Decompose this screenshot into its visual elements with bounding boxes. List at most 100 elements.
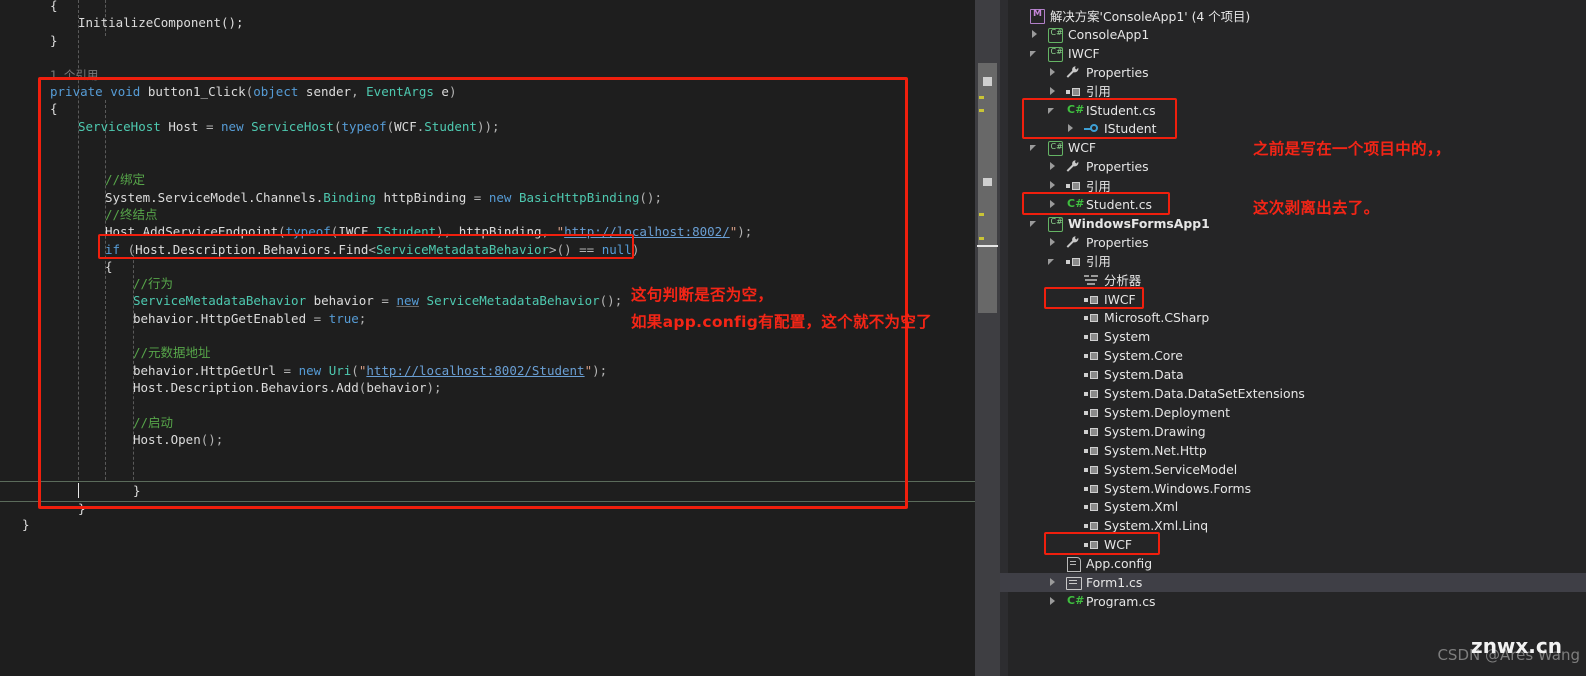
- tree-item-label: WCF: [1068, 140, 1097, 156]
- references-icon: [1065, 254, 1081, 269]
- code-editor-pane[interactable]: { InitializeComponent(); } 1 个引用 private…: [0, 0, 975, 676]
- tree-item-system.servicemodel[interactable]: System.ServiceModel: [1000, 460, 1586, 479]
- scrollbar-change-marker: [979, 96, 984, 99]
- tree-item-properties[interactable]: Properties: [1000, 233, 1586, 252]
- tree-item-label: Microsoft.CSharp: [1104, 310, 1210, 326]
- student-cs-highlight-box: [1022, 192, 1170, 215]
- references-icon: [1065, 178, 1081, 193]
- code-line: }: [22, 517, 30, 532]
- chevron-right-icon[interactable]: [1048, 86, 1059, 97]
- form-file-icon: [1065, 575, 1082, 590]
- config-file-icon: [1065, 556, 1081, 573]
- tree-item-properties[interactable]: Properties: [1000, 157, 1586, 176]
- csharp-file-icon: C#: [1067, 593, 1085, 607]
- tree-item-app.config[interactable]: App.config: [1000, 554, 1586, 573]
- split-project-note-line2: 这次剥离出去了。: [1253, 199, 1380, 217]
- scrollbar-marker: [983, 77, 992, 86]
- tree-item-system.data[interactable]: System.Data: [1000, 365, 1586, 384]
- chevron-right-icon[interactable]: [1048, 67, 1059, 78]
- scrollbar-change-marker: [979, 237, 984, 240]
- tree-item-system.deployment[interactable]: System.Deployment: [1000, 403, 1586, 422]
- tree-item-[interactable]: 引用: [1000, 252, 1586, 271]
- tree-item-iwcf[interactable]: IWCF: [1000, 44, 1586, 63]
- tree-item-label: System.Xml.Linq: [1104, 518, 1209, 534]
- chevron-right-icon[interactable]: [1030, 29, 1041, 40]
- reference-item-icon: [1083, 367, 1099, 382]
- solution-explorer-panel[interactable]: 解决方案'ConsoleApp1' (4 个项目) ConsoleApp1 IWCF…: [1000, 0, 1586, 676]
- tree-item-form1.cs[interactable]: Form1.cs: [1000, 573, 1586, 592]
- tree-item-system[interactable]: System: [1000, 327, 1586, 346]
- chevron-right-icon[interactable]: [1048, 596, 1059, 607]
- tree-item-label: System.Data: [1104, 367, 1184, 383]
- chevron-down-icon[interactable]: [1030, 218, 1041, 229]
- tree-item-label: App.config: [1086, 556, 1153, 572]
- tree-item-label: System.Xml: [1104, 499, 1179, 515]
- tree-item-system.windows.forms[interactable]: System.Windows.Forms: [1000, 479, 1586, 498]
- csharp-project-icon: [1047, 216, 1063, 232]
- csharp-project-icon: [1047, 46, 1063, 62]
- chevron-right-icon[interactable]: [1048, 237, 1059, 248]
- tree-item-label: Properties: [1086, 159, 1149, 175]
- editor-vertical-scrollbar[interactable]: [975, 0, 1000, 676]
- tree-item-label: System.Drawing: [1104, 423, 1206, 439]
- csharp-project-icon: [1047, 27, 1063, 43]
- tree-item-system.drawing[interactable]: System.Drawing: [1000, 422, 1586, 441]
- chevron-right-icon[interactable]: [1048, 161, 1059, 172]
- references-icon: [1065, 84, 1081, 99]
- tree-item-consoleapp1-4[interactable]: 解决方案'ConsoleApp1' (4 个项目): [1000, 6, 1586, 25]
- scrollbar-thumb[interactable]: [978, 63, 997, 313]
- tree-item-label: System.Windows.Forms: [1104, 480, 1252, 496]
- properties-wrench-icon: [1065, 159, 1081, 174]
- chevron-right-icon[interactable]: [1048, 577, 1059, 588]
- chevron-down-icon[interactable]: [1030, 142, 1041, 153]
- tree-item-label: Properties: [1086, 234, 1149, 250]
- tree-item-consoleapp1[interactable]: ConsoleApp1: [1000, 25, 1586, 44]
- reference-item-icon: [1083, 424, 1099, 439]
- reference-item-icon: [1083, 499, 1099, 514]
- tree-item-label: System.Deployment: [1104, 404, 1230, 420]
- watermark-site: znwx.cn: [1471, 634, 1562, 658]
- tree-item-system.core[interactable]: System.Core: [1000, 346, 1586, 365]
- reference-item-icon: [1083, 348, 1099, 363]
- reference-item-icon: [1083, 443, 1099, 458]
- scrollbar-marker: [983, 178, 992, 186]
- iwcf-reference-highlight-box: [1044, 286, 1144, 310]
- tree-item-system.net.http[interactable]: System.Net.Http: [1000, 441, 1586, 460]
- chevron-right-icon[interactable]: [1048, 180, 1059, 191]
- reference-item-icon: [1083, 329, 1099, 344]
- tree-item-properties[interactable]: Properties: [1000, 63, 1586, 82]
- code-line: }: [50, 33, 58, 48]
- code-line: InitializeComponent();: [78, 15, 244, 30]
- tree-item-label: System.ServiceModel: [1104, 461, 1238, 477]
- reference-item-icon: [1083, 405, 1099, 420]
- code-line: {: [50, 0, 58, 13]
- tree-item-system.data.datasetextensions[interactable]: System.Data.DataSetExtensions: [1000, 384, 1586, 403]
- solution-icon: [1029, 8, 1045, 24]
- chevron-down-icon[interactable]: [1030, 48, 1041, 59]
- tree-item-microsoft.csharp[interactable]: Microsoft.CSharp: [1000, 308, 1586, 327]
- reference-item-icon: [1083, 310, 1099, 325]
- tree-item-label: 解决方案'ConsoleApp1' (4 个项目): [1050, 8, 1251, 24]
- tree-item-system.xml[interactable]: System.Xml: [1000, 497, 1586, 516]
- csharp-project-icon: [1047, 140, 1063, 157]
- chevron-down-icon[interactable]: [1048, 256, 1059, 267]
- null-check-note-line1: 这句判断是否为空，: [631, 286, 774, 304]
- tree-item-label: System.Core: [1104, 348, 1183, 364]
- method-body-highlight-box: [38, 77, 908, 509]
- istudent-highlight-box: [1022, 97, 1177, 140]
- tree-item-label: System.Net.Http: [1104, 442, 1207, 458]
